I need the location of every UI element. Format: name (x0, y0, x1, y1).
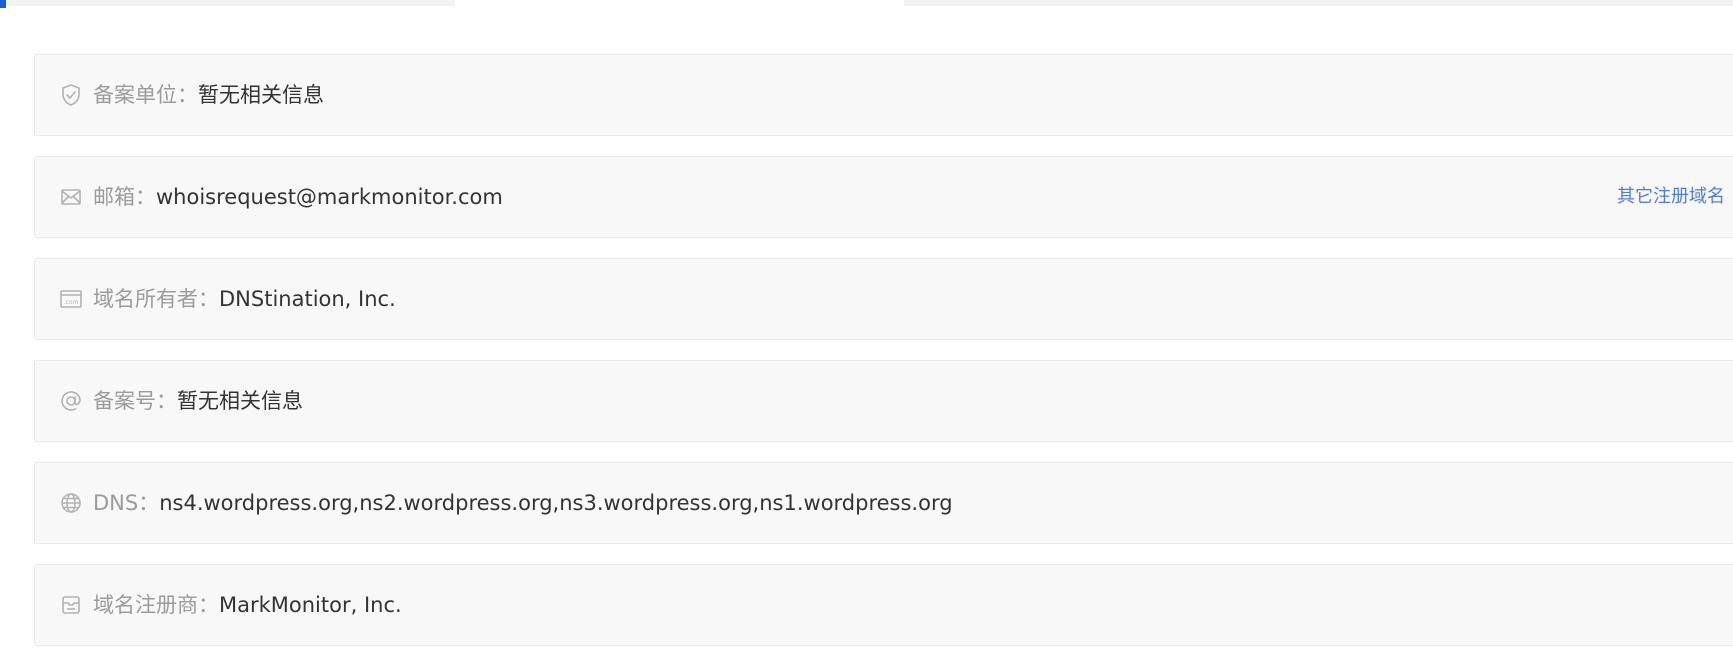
top-tab-strip (0, 0, 1733, 8)
info-row-domain-owner: .com 域名所有者：DNStination, Inc. (34, 258, 1733, 340)
email-value: whoisrequest@markmonitor.com (156, 185, 503, 209)
svg-text:.com: .com (64, 299, 79, 306)
shield-check-icon (59, 83, 83, 107)
info-row-text: DNS：ns4.wordpress.org,ns2.wordpress.org,… (93, 463, 953, 543)
tab-middle[interactable] (455, 0, 904, 6)
dns-value: ns4.wordpress.org,ns2.wordpress.org,ns3.… (159, 491, 953, 515)
info-row-email: 邮箱：whoisrequest@markmonitor.com 其它注册域名 (34, 156, 1733, 238)
info-row-text: 备案号：暂无相关信息 (93, 361, 303, 441)
record-number-value: 暂无相关信息 (177, 389, 303, 413)
info-row-record-number: 备案号：暂无相关信息 (34, 360, 1733, 442)
com-card-icon: .com (59, 287, 83, 311)
record-unit-value: 暂无相关信息 (198, 83, 324, 107)
info-row-record-unit: 备案单位：暂无相关信息 (34, 54, 1733, 136)
info-row-text: 域名所有者：DNStination, Inc. (93, 259, 396, 339)
info-row-text: 邮箱：whoisrequest@markmonitor.com (93, 157, 503, 237)
tab-left[interactable] (6, 0, 455, 6)
registrar-icon (59, 593, 83, 617)
info-row-dns: DNS：ns4.wordpress.org,ns2.wordpress.org,… (34, 462, 1733, 544)
tab-right[interactable] (904, 0, 1733, 6)
email-label: 邮箱： (93, 185, 156, 209)
registrar-label: 域名注册商： (93, 593, 219, 617)
info-row-text: 备案单位：暂无相关信息 (93, 55, 324, 135)
dns-label: DNS： (93, 491, 160, 515)
domain-owner-value: DNStination, Inc. (219, 287, 396, 311)
domain-owner-label: 域名所有者： (93, 287, 219, 311)
mail-icon (59, 185, 83, 209)
domain-info-list: 备案单位：暂无相关信息 邮箱：whoisrequest@markmonitor.… (34, 54, 1733, 666)
registrar-value: MarkMonitor, Inc. (219, 593, 402, 617)
globe-icon (59, 491, 83, 515)
other-registered-domains-link[interactable]: 其它注册域名 (1617, 157, 1725, 237)
info-row-text: 域名注册商：MarkMonitor, Inc. (93, 565, 402, 645)
record-unit-label: 备案单位： (93, 83, 198, 107)
record-number-label: 备案号： (93, 389, 177, 413)
info-row-registrar: 域名注册商：MarkMonitor, Inc. (34, 564, 1733, 646)
at-icon (59, 389, 83, 413)
